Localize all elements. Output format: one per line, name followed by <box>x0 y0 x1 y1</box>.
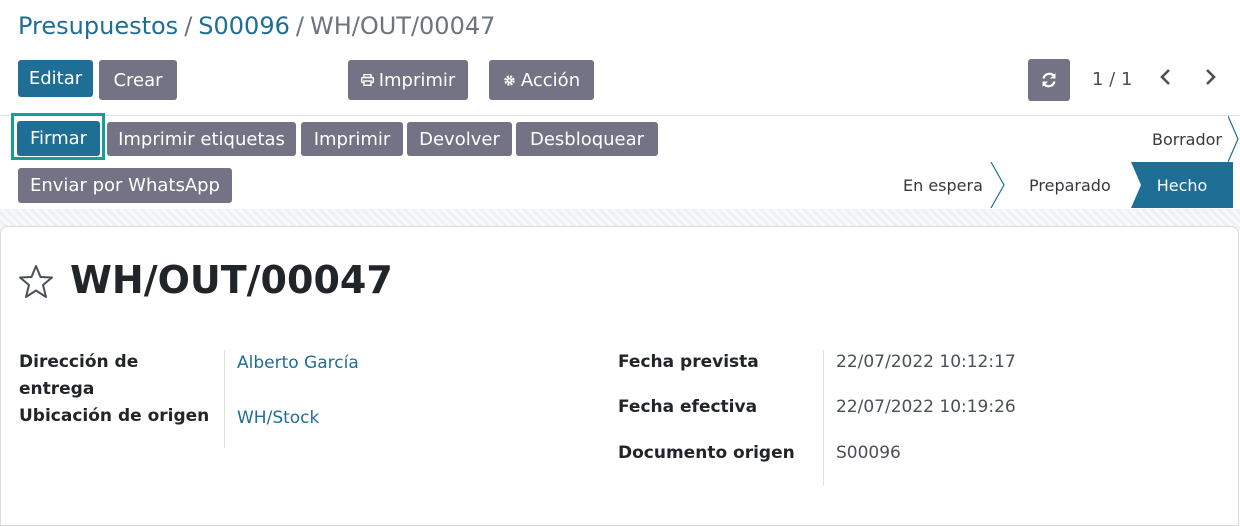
field-divider <box>224 350 225 448</box>
action-menu-label: Acción <box>520 69 581 91</box>
scheduled-date-label: Fecha prevista <box>618 352 759 372</box>
status-chevron-divider <box>1228 116 1239 162</box>
print-button-label: Imprimir <box>313 128 391 150</box>
send-whatsapp-button[interactable]: Enviar por WhatsApp <box>18 168 232 203</box>
status-ready[interactable]: Preparado <box>1029 176 1111 195</box>
return-button-label: Devolver <box>419 128 500 150</box>
star-icon[interactable] <box>18 264 54 300</box>
print-labels-button[interactable]: Imprimir etiquetas <box>107 122 296 156</box>
breadcrumb-separator: / <box>295 12 304 40</box>
breadcrumb: Presupuestos / S00096/WH/OUT/00047 <box>18 12 495 40</box>
breadcrumb-sale-order[interactable]: S00096 <box>198 12 290 40</box>
return-button[interactable]: Devolver <box>407 122 512 156</box>
source-document-label: Documento origen <box>618 443 795 463</box>
chevron-right-icon <box>1206 69 1216 85</box>
source-location-label: Ubicación de origen <box>19 406 210 426</box>
status-chevron-divider <box>990 162 1005 208</box>
breadcrumb-presupuestos[interactable]: Presupuestos <box>18 12 178 40</box>
print-menu-button[interactable]: Imprimir <box>348 60 468 100</box>
gear-icon <box>504 74 515 86</box>
status-chevron-divider <box>1131 162 1141 208</box>
breadcrumb-separator: / <box>184 12 193 40</box>
pager-previous-button[interactable] <box>1158 66 1172 94</box>
status-done: Hecho <box>1131 162 1233 208</box>
statusbar-divider <box>0 115 1240 116</box>
status-done-label: Hecho <box>1156 175 1208 195</box>
status-draft[interactable]: Borrador <box>1152 130 1222 149</box>
chevron-left-icon <box>1160 69 1170 85</box>
breadcrumb-current: WH/OUT/00047 <box>309 12 496 40</box>
effective-date-value[interactable]: 22/07/2022 10:19:26 <box>836 397 1016 417</box>
refresh-button[interactable] <box>1028 59 1070 101</box>
pager-value[interactable]: 1 / 1 <box>1092 69 1132 90</box>
record-title: WH/OUT/00047 <box>70 258 393 302</box>
status-waiting[interactable]: En espera <box>903 176 983 195</box>
source-document-value[interactable]: S00096 <box>836 443 901 463</box>
delivery-address-value[interactable]: Alberto García <box>237 353 359 373</box>
unlock-button-label: Desbloquear <box>529 128 645 150</box>
print-button[interactable]: Imprimir <box>301 122 403 156</box>
printer-icon <box>360 74 374 86</box>
refresh-icon <box>1042 72 1056 88</box>
delivery-address-label: Dirección de <box>19 352 139 372</box>
effective-date-label: Fecha efectiva <box>618 397 758 417</box>
sign-button-label: Firmar <box>29 128 88 149</box>
edit-button-label: Editar <box>28 68 83 89</box>
field-divider <box>823 350 824 486</box>
edit-button[interactable]: Editar <box>18 60 93 97</box>
delivery-address-label-line2: entrega <box>19 379 95 399</box>
action-menu-button[interactable]: Acción <box>489 60 594 100</box>
pager-next-button[interactable] <box>1204 66 1218 94</box>
sign-button[interactable]: Firmar <box>17 121 100 156</box>
scheduled-date-value[interactable]: 22/07/2022 10:12:17 <box>836 352 1016 372</box>
print-labels-label: Imprimir etiquetas <box>118 128 285 150</box>
create-button[interactable]: Crear <box>99 60 177 100</box>
source-location-value[interactable]: WH/Stock <box>237 408 319 428</box>
unlock-button[interactable]: Desbloquear <box>516 122 658 156</box>
print-menu-label: Imprimir <box>378 69 456 91</box>
send-whatsapp-label: Enviar por WhatsApp <box>30 175 220 196</box>
create-button-label: Crear <box>113 69 163 91</box>
